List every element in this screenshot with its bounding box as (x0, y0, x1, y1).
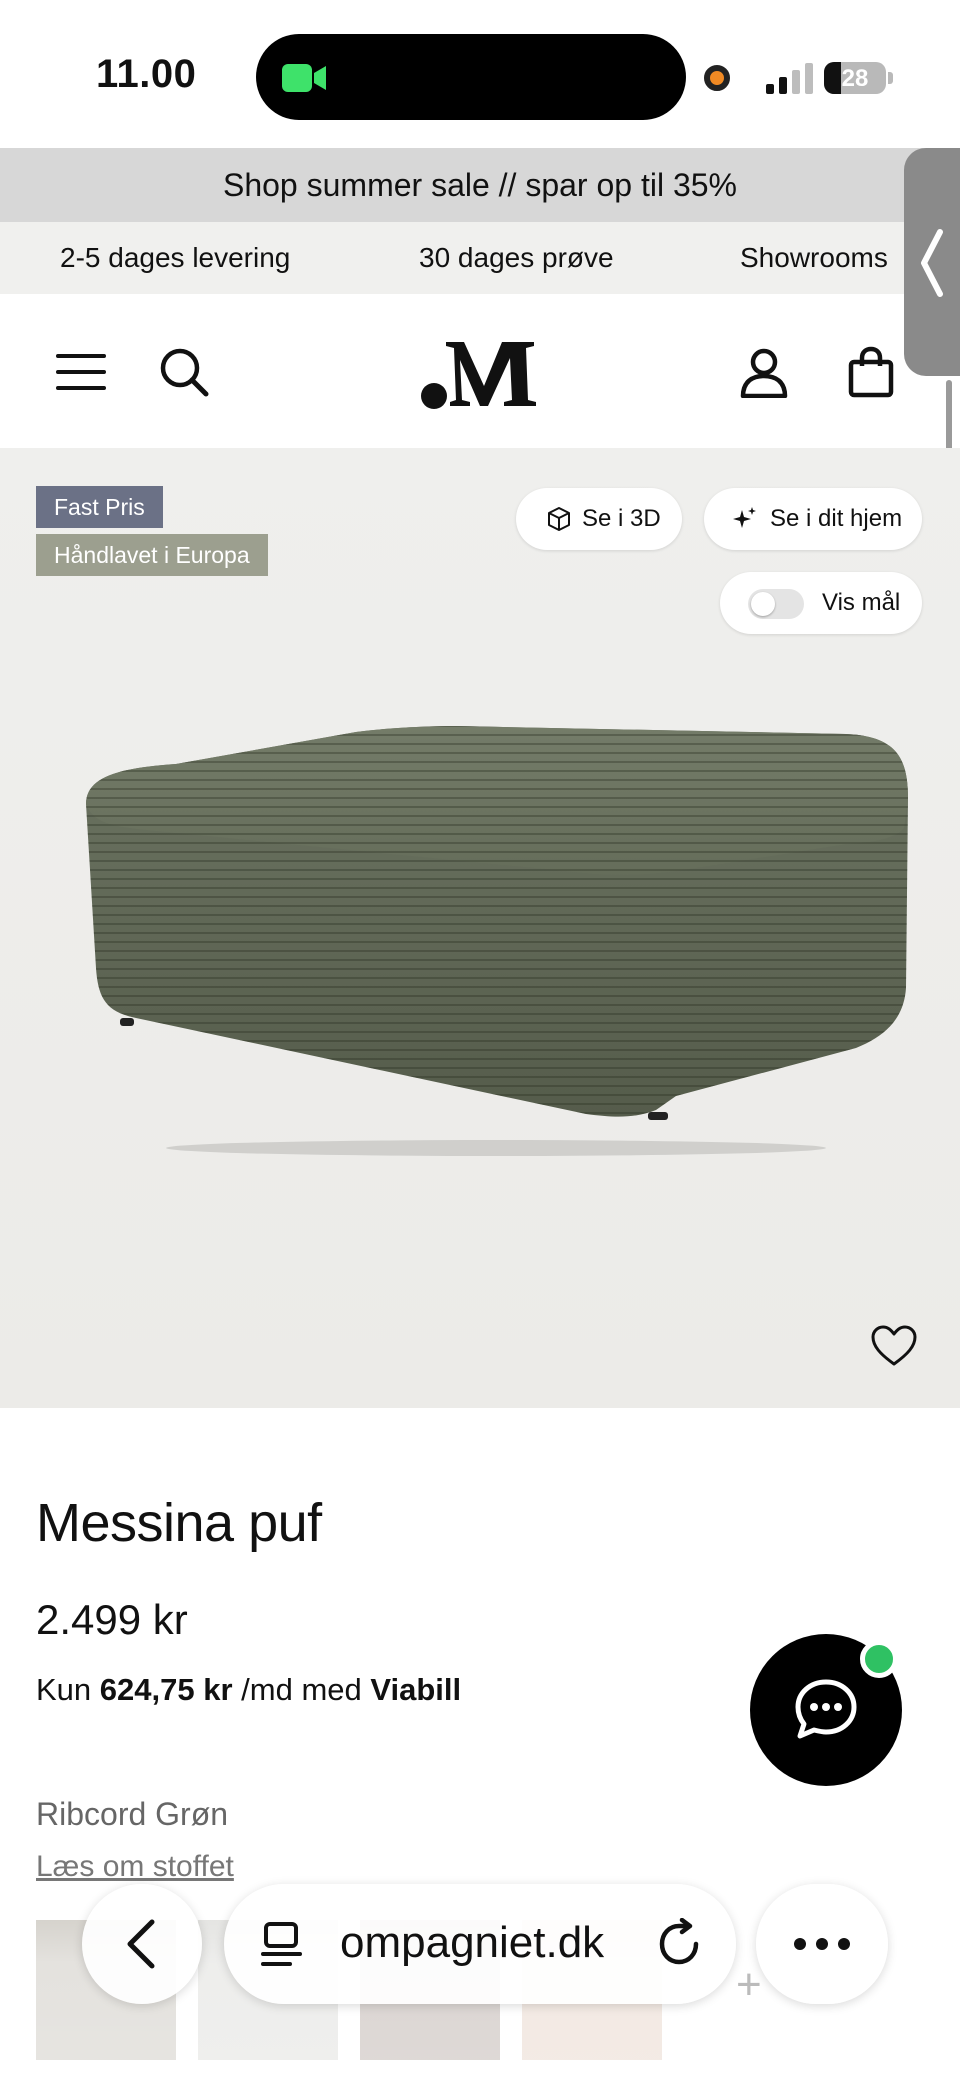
tabs-overview-icon[interactable] (260, 1920, 308, 1970)
dimensions-switch[interactable] (748, 589, 804, 619)
search-icon[interactable] (158, 346, 210, 398)
browser-address-bar[interactable]: ompagniet.dk (224, 1884, 736, 2004)
cellular-signal-icon (766, 63, 813, 94)
viabill-installment: Kun 624,75 kr /md med Viabill (36, 1672, 461, 1708)
chat-online-indicator (860, 1640, 898, 1678)
view-3d-label: Se i 3D (582, 505, 661, 532)
battery-icon: 28 (824, 62, 886, 94)
product-photo (86, 726, 908, 1156)
usp-trial[interactable]: 30 dages prøve (419, 222, 614, 294)
more-fabrics-button[interactable]: + (736, 1960, 762, 2010)
battery-tip (888, 72, 893, 84)
view-in-home-label: Se i dit hjem (770, 505, 903, 532)
viabill-provider: Viabill (370, 1672, 462, 1707)
menu-icon[interactable] (56, 352, 106, 392)
show-dimensions-toggle[interactable]: Vis mål (720, 572, 922, 634)
cube-icon (548, 507, 570, 531)
url-text[interactable]: ompagniet.dk (340, 1918, 604, 1968)
fabric-color-name: Ribcord Grøn (36, 1796, 229, 1832)
video-camera-icon (282, 64, 326, 92)
usp-delivery[interactable]: 2-5 dages levering (60, 222, 290, 294)
favorite-heart-icon[interactable] (870, 1324, 918, 1368)
reload-icon[interactable] (656, 1918, 706, 1970)
more-dots-icon (794, 1938, 850, 1950)
promo-banner[interactable]: Shop summer sale // spar op til 35% (0, 148, 960, 222)
badge-handmade: Håndlavet i Europa (36, 534, 268, 576)
status-time: 11.00 (96, 52, 197, 96)
usp-bar: 2-5 dages levering 30 dages prøve Showro… (0, 222, 960, 294)
view-in-home-button[interactable]: Se i dit hjem (704, 488, 922, 550)
recording-indicator (704, 65, 730, 91)
account-icon[interactable] (740, 348, 788, 398)
browser-back-button[interactable] (82, 1884, 202, 2004)
chevron-left-icon (921, 229, 943, 297)
status-bar: 11.00 28 (0, 0, 960, 148)
show-dimensions-label: Vis mål (822, 589, 901, 616)
badge-fixed-price: Fast Pris (36, 486, 163, 528)
view-3d-button[interactable]: Se i 3D (516, 488, 682, 550)
side-panel-tab[interactable] (904, 148, 960, 376)
dynamic-island (256, 34, 686, 120)
viabill-mid: /md med (241, 1672, 362, 1707)
product-image-area: Fast Pris Håndlavet i Europa Se i 3D Se … (0, 448, 960, 1408)
viabill-amount: 624,75 kr (99, 1672, 233, 1707)
chevron-left-icon (127, 1919, 155, 1969)
site-header (0, 294, 904, 448)
chat-bubble-icon (795, 1679, 857, 1739)
brand-logo[interactable] (420, 334, 540, 410)
sparkle-icon (733, 507, 756, 528)
viabill-prefix: Kun (36, 1672, 92, 1707)
read-about-fabric-link[interactable]: Læs om stoffet (36, 1850, 234, 1884)
battery-percent: 28 (841, 65, 869, 92)
usp-showrooms[interactable]: Showrooms (740, 222, 888, 294)
product-price: 2.499 kr (36, 1596, 188, 1643)
product-title: Messina puf (36, 1493, 322, 1553)
bag-icon[interactable] (848, 346, 894, 398)
browser-more-button[interactable] (756, 1884, 888, 2004)
